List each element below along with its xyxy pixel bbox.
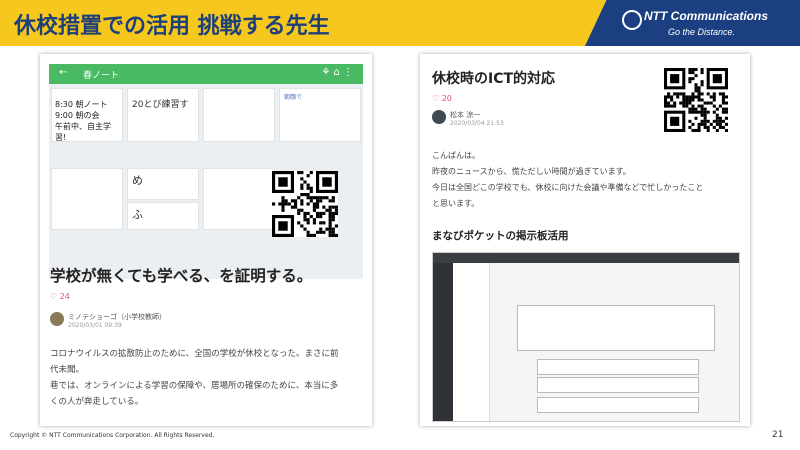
qr-code-icon xyxy=(272,171,338,237)
article-title[interactable]: 休校時のICT的対応 xyxy=(432,68,555,88)
toolbar-icons[interactable]: ⚘ ⌂ ⋮ xyxy=(321,67,353,78)
article-body: コロナウイルスの拡散防止のために、全国の学校が休校となった。まさに前 代未聞。 … xyxy=(50,346,364,410)
screenshot-sidebar xyxy=(433,263,453,421)
tile-text: ふ xyxy=(132,208,143,221)
notebook-title: 春ノート xyxy=(83,71,120,81)
screenshot-titlebar xyxy=(433,253,739,263)
tile-text: 20とび練習す xyxy=(132,100,189,110)
screenshot-post xyxy=(537,359,699,375)
like-count[interactable]: ♡ 24 xyxy=(50,292,70,301)
app-toolbar: ← 春ノート ⚘ ⌂ ⋮ xyxy=(49,64,363,84)
schedule-tile[interactable]: 8:30 朝ノート 9:00 朝の会 午前中、自主学習! xyxy=(51,88,123,142)
body-line: 今日は全国どこの学校でも、休校に向けた会議や準備などで忙しかったこと xyxy=(432,183,704,192)
screenshot-nav xyxy=(453,263,490,421)
logo-name: NTT Communications xyxy=(644,9,769,23)
slide-title: 休校措置での活用 挑戦する先生 xyxy=(14,14,330,39)
body-line: 代未聞。 xyxy=(50,365,85,375)
practice-tile[interactable]: 20とび練習す xyxy=(127,88,199,142)
schedule-item: 8:30 朝ノート xyxy=(55,100,108,109)
copyright: Copyright © NTT Communications Corporati… xyxy=(10,432,215,439)
body-line: 巷では、オンラインによる学習の保障や、居場所の確保のために、本当に多 xyxy=(50,381,339,391)
body-line: と思います。 xyxy=(432,199,480,208)
morning-tile[interactable]: 朝顔で xyxy=(279,88,361,142)
schedule-list: 8:30 朝ノート 9:00 朝の会 午前中、自主学習! xyxy=(55,99,122,143)
qr-code-icon xyxy=(664,68,728,132)
article-card-right[interactable]: 休校時のICT的対応 ♡ 20 松本 涼一 2020/03/04 21:53 こ… xyxy=(420,54,750,426)
board-tile[interactable] xyxy=(203,168,275,230)
schedule-item: 午前中、自主学習! xyxy=(55,122,111,142)
author-name: ミノテショーゴ（小学校教師） xyxy=(68,313,166,321)
board-tile[interactable] xyxy=(51,168,123,230)
body-line: コロナウイルスの拡散防止のために、全国の学校が休校となった。まさに前 xyxy=(50,349,339,359)
author-name: 松本 涼一 xyxy=(450,111,481,119)
tile-text: 朝顔で xyxy=(284,94,303,101)
author[interactable]: ミノテショーゴ（小学校教師） 2020/03/01 09:39 xyxy=(68,312,166,329)
like-number: 24 xyxy=(59,292,70,301)
post-date: 2020/03/01 09:39 xyxy=(68,322,122,329)
post-date: 2020/03/04 21:53 xyxy=(450,120,504,127)
body-line: こんばんは。 xyxy=(432,151,480,160)
tile-text: め xyxy=(132,174,143,187)
section-heading: まなびポケットの掲示板活用 xyxy=(432,230,569,242)
like-count[interactable]: ♡ 20 xyxy=(432,94,452,103)
article-card-left[interactable]: ← 春ノート ⚘ ⌂ ⋮ 8:30 朝ノート 9:00 朝の会 午前中、自主学習… xyxy=(40,54,372,426)
article-title[interactable]: 学校が無くても学べる、を証明する。 xyxy=(50,264,364,286)
article-body: こんばんは。 昨夜のニュースから、慌ただしい時間が過ぎています。 今日は全国どこ… xyxy=(432,148,738,212)
screenshot-post xyxy=(537,377,699,393)
schedule-item: 9:00 朝の会 xyxy=(55,111,100,120)
body-line: 昨夜のニュースから、慌ただしい時間が過ぎています。 xyxy=(432,167,631,176)
body-line: くの人が奔走している。 xyxy=(50,397,144,407)
me-tile[interactable]: め xyxy=(127,168,199,200)
fu-tile[interactable]: ふ xyxy=(127,202,199,230)
like-number: 20 xyxy=(441,94,452,103)
logo-tagline: Go the Distance. xyxy=(668,27,736,37)
page-number: 21 xyxy=(772,430,784,440)
screenshot-post xyxy=(517,305,715,351)
globe-icon xyxy=(622,10,642,30)
author[interactable]: 松本 涼一 2020/03/04 21:53 xyxy=(450,110,504,127)
manabi-pocket-screenshot xyxy=(432,252,740,422)
back-arrow-icon[interactable]: ← xyxy=(59,67,67,78)
avatar[interactable] xyxy=(50,312,64,326)
board-tile[interactable] xyxy=(203,88,275,142)
ntt-logo: NTT Communications Go the Distance. xyxy=(622,6,772,42)
avatar[interactable] xyxy=(432,110,446,124)
screenshot-post xyxy=(537,397,699,413)
